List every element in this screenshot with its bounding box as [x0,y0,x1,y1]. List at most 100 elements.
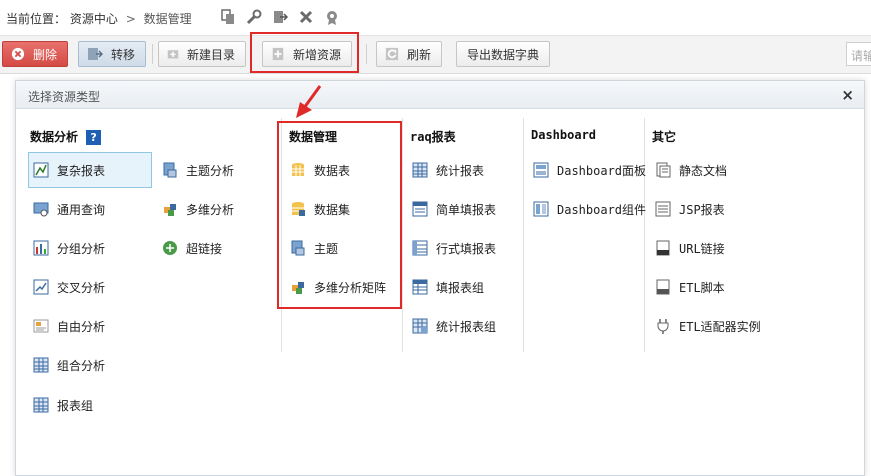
column-divider [402,118,403,352]
data-management-highlight [277,121,402,309]
new-directory-button[interactable]: 新建目录 [158,41,246,67]
dialog-title: 选择资源类型 [28,90,101,104]
item-row-fill-report[interactable]: 行式填报表 [412,230,496,266]
query-icon [33,201,49,217]
breadcrumb: 当前位置： 资源中心 > 数据管理 [6,10,192,27]
item-cross-analysis[interactable]: 交叉分析 [33,269,105,305]
item-url-link[interactable]: URL链接 [655,230,725,266]
move-button[interactable]: 转移 [78,41,146,67]
fill-group-icon [412,279,428,295]
fill-report-group-label: 填报表组 [436,280,485,295]
jsp-report-label: JSP报表 [679,202,725,217]
topic-analysis-icon [162,162,178,178]
item-multidim-analysis[interactable]: 多维分析 [162,191,234,227]
analysis-title: 数据分析 [30,130,79,144]
row-report-icon [412,240,428,256]
export-icon[interactable] [272,9,288,25]
toolbar-divider [152,44,153,64]
dashboard-component-icon [533,201,549,217]
url-link-icon [655,240,671,256]
static-doc-label: 静态文档 [679,163,728,178]
item-hyperlink[interactable]: 超链接 [162,230,222,266]
url-link-label: URL链接 [679,241,725,256]
export-dictionary-button[interactable]: 导出数据字典 [456,41,550,67]
jsp-icon [655,201,671,217]
item-etl-script[interactable]: ETL脚本 [655,269,725,305]
column-header-other: 其它 [652,130,677,144]
refresh-icon [385,46,399,62]
help-icon[interactable]: ? [86,130,102,145]
close-icon[interactable]: × [841,86,854,104]
item-stat-report-group[interactable]: 统计报表组 [412,308,496,344]
complex-report-icon [33,162,49,178]
group-analysis-icon [33,240,49,256]
pointer-arrow-icon [296,85,322,118]
free-analysis-label: 自由分析 [57,319,106,334]
item-group-analysis[interactable]: 分组分析 [33,230,105,266]
item-topic-analysis[interactable]: 主题分析 [162,152,234,188]
item-fill-report-group[interactable]: 填报表组 [412,269,484,305]
dashboard-panel-icon [533,162,549,178]
wrench-icon[interactable] [246,9,262,25]
folder-add-icon [167,46,179,62]
item-dashboard-panel[interactable]: Dashboard面板 [533,152,646,188]
item-free-analysis[interactable]: 自由分析 [33,308,105,344]
close-icon[interactable] [298,9,314,25]
dashboard-component-label: Dashboard组件 [557,202,647,217]
delete-label: 删除 [32,47,57,62]
export-dictionary-label: 导出数据字典 [467,47,540,62]
document-icon [655,162,671,178]
group-analysis-label: 分组分析 [57,241,106,256]
breadcrumb-bar: 当前位置： 资源中心 > 数据管理 [0,0,871,36]
stat-report-label: 统计报表 [436,163,485,178]
simple-fill-report-label: 简单填报表 [436,202,497,217]
move-icon [87,46,103,62]
search-input[interactable]: 请输 [846,42,871,66]
item-static-doc[interactable]: 静态文档 [655,152,727,188]
free-analysis-icon [33,318,49,334]
breadcrumb-current: 数据管理 [143,12,192,26]
fill-report-icon [412,201,428,217]
badge-icon[interactable] [324,9,340,25]
combined-analysis-label: 组合分析 [57,358,106,373]
etl-script-label: ETL脚本 [679,280,725,295]
hyperlink-label: 超链接 [186,241,223,256]
topic-analysis-label: 主题分析 [186,163,235,178]
new-resource-highlight [250,32,359,73]
item-dashboard-component[interactable]: Dashboard组件 [533,191,646,227]
plug-icon [655,318,671,334]
column-header-dashboard: Dashboard [531,128,597,142]
cross-analysis-label: 交叉分析 [57,280,106,295]
hyperlink-icon [162,240,178,256]
dashboard-panel-label: Dashboard面板 [557,163,647,178]
item-complex-report[interactable]: 复杂报表 [28,152,152,188]
column-header-raq: raq报表 [410,130,456,144]
move-label: 转移 [110,47,135,62]
toolbar-icons [220,9,340,25]
delete-icon [11,46,25,62]
item-report-group[interactable]: 报表组 [33,387,93,423]
table-grid-icon [33,357,49,373]
breadcrumb-root[interactable]: 资源中心 [70,12,118,26]
table-grid-icon [412,162,428,178]
breadcrumb-separator: > [125,12,136,26]
table-grid-icon [33,397,49,413]
stat-report-group-label: 统计报表组 [436,319,497,334]
item-jsp-report[interactable]: JSP报表 [655,191,725,227]
delete-button[interactable]: 删除 [2,41,68,67]
item-combined-analysis[interactable]: 组合分析 [33,347,105,383]
complex-report-label: 复杂报表 [57,163,106,178]
cube-icon [162,201,178,217]
refresh-button[interactable]: 刷新 [376,41,442,67]
etl-adapter-label: ETL适配器实例 [679,319,761,334]
report-group-label: 报表组 [57,398,94,413]
copy-icon[interactable] [220,9,236,25]
dialog-header: 选择资源类型 × [16,81,864,109]
item-general-query[interactable]: 通用查询 [33,191,105,227]
item-simple-fill-report[interactable]: 简单填报表 [412,191,496,227]
column-divider [523,118,524,352]
item-etl-adapter[interactable]: ETL适配器实例 [655,308,761,344]
etl-script-icon [655,279,671,295]
item-stat-report[interactable]: 统计报表 [412,152,484,188]
action-toolbar: 删除 转移 新建目录 新增资源 刷新 导出数据字典 请输 [0,36,871,74]
